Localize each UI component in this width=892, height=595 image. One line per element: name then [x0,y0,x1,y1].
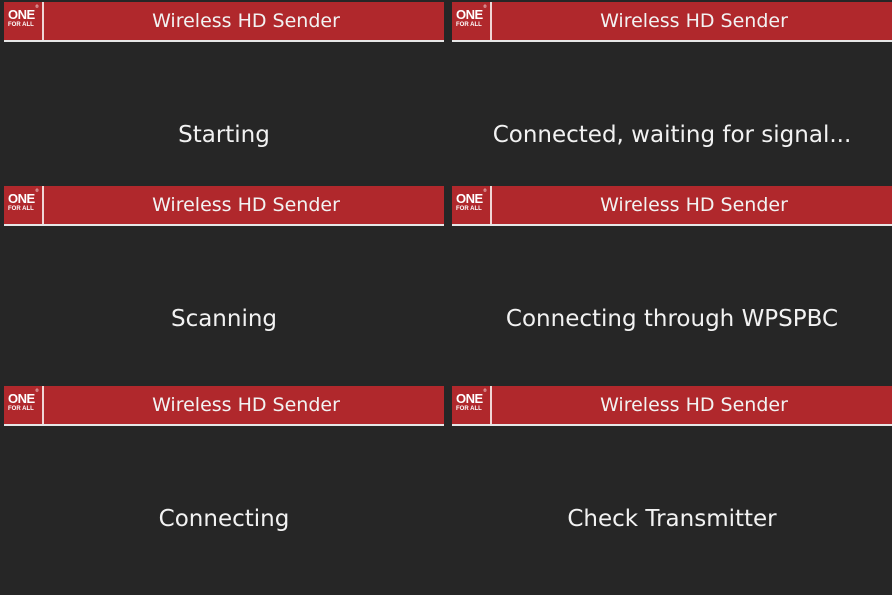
logo-text-one: ONE [8,191,35,206]
header-title: Wireless HD Sender [600,10,788,32]
screen-check-transmitter: ONE ® FOR ALL Wireless HD Sender Check T… [452,386,892,595]
logo-text-one: ONE [456,7,483,22]
logo-text-for-all: FOR ALL [8,206,34,212]
header-bar: ONE ® FOR ALL Wireless HD Sender [4,2,444,42]
one-for-all-logo: ONE ® FOR ALL [452,186,492,224]
screen-connecting-wpspbc: ONE ® FOR ALL Wireless HD Sender Connect… [452,186,892,382]
screen-connecting: ONE ® FOR ALL Wireless HD Sender Connect… [4,386,444,595]
logo-registered-mark: ® [35,188,39,193]
screen-scanning: ONE ® FOR ALL Wireless HD Sender Scannin… [4,186,444,382]
header-bar: ONE ® FOR ALL Wireless HD Sender [452,386,892,426]
logo-registered-mark: ® [483,188,487,193]
logo-text-for-all: FOR ALL [456,206,482,212]
screen-connected-waiting: ONE ® FOR ALL Wireless HD Sender Connect… [452,2,892,182]
status-text: Connecting [158,506,290,532]
logo-text-one: ONE [8,391,35,406]
logo-text-one: ONE [8,7,35,22]
header-title: Wireless HD Sender [152,10,340,32]
header-bar: ONE ® FOR ALL Wireless HD Sender [452,2,892,42]
status-text: Starting [178,122,270,148]
logo-text-for-all: FOR ALL [8,406,34,412]
header-bar: ONE ® FOR ALL Wireless HD Sender [452,186,892,226]
logo-registered-mark: ® [35,4,39,9]
header-title: Wireless HD Sender [600,394,788,416]
one-for-all-logo: ONE ® FOR ALL [4,386,44,424]
one-for-all-logo: ONE ® FOR ALL [4,2,44,40]
header-title: Wireless HD Sender [152,194,340,216]
screen-starting: ONE ® FOR ALL Wireless HD Sender Startin… [4,2,444,182]
status-text: Scanning [170,306,278,332]
header-title: Wireless HD Sender [152,394,340,416]
status-text: Check Transmitter [567,506,777,532]
logo-registered-mark: ® [483,4,487,9]
logo-text-for-all: FOR ALL [456,22,482,28]
one-for-all-logo: ONE ® FOR ALL [452,2,492,40]
logo-registered-mark: ® [35,388,39,393]
one-for-all-logo: ONE ® FOR ALL [452,386,492,424]
logo-registered-mark: ® [483,388,487,393]
one-for-all-logo: ONE ® FOR ALL [4,186,44,224]
header-title: Wireless HD Sender [600,194,788,216]
logo-text-for-all: FOR ALL [8,22,34,28]
status-text: Connecting through WPSPBC [505,306,839,332]
header-bar: ONE ® FOR ALL Wireless HD Sender [4,386,444,426]
header-bar: ONE ® FOR ALL Wireless HD Sender [4,186,444,226]
logo-text-one: ONE [456,391,483,406]
logo-text-for-all: FOR ALL [456,406,482,412]
status-text: Connected, waiting for signal... [492,122,852,148]
logo-text-one: ONE [456,191,483,206]
